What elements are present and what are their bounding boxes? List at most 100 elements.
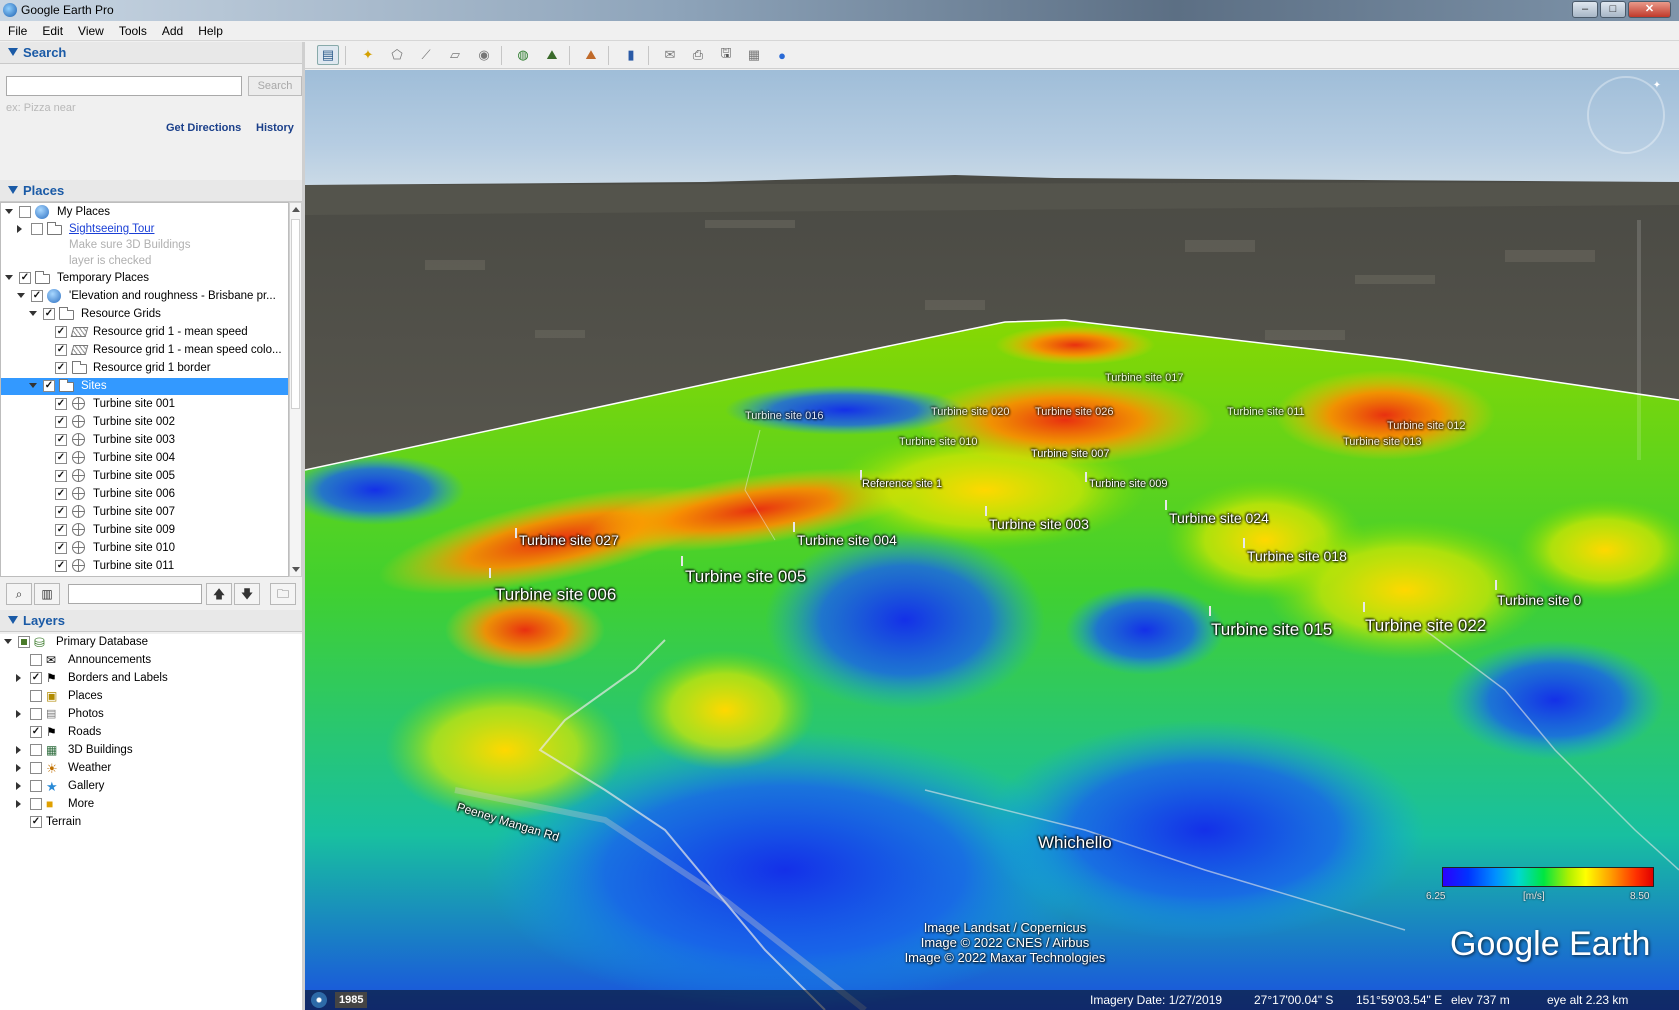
expand-icon[interactable] bbox=[17, 225, 22, 233]
checkbox[interactable]: ✓ bbox=[55, 398, 67, 410]
checkbox[interactable]: ✓ bbox=[55, 488, 67, 500]
scroll-down-icon[interactable] bbox=[292, 567, 300, 572]
map-label-turbine-026[interactable]: Turbine site 026 bbox=[1035, 406, 1113, 418]
checkbox[interactable]: ✓ bbox=[55, 542, 67, 554]
move-up-button[interactable]: 🡅 bbox=[206, 583, 232, 605]
map-label-turbine-022[interactable]: Turbine site 022 bbox=[1365, 616, 1486, 636]
checkbox[interactable]: ✓ bbox=[55, 524, 67, 536]
historical-imagery-button[interactable]: ◍ bbox=[512, 45, 534, 65]
move-down-button[interactable]: 🡇 bbox=[234, 583, 260, 605]
checkbox[interactable]: ✓ bbox=[19, 272, 31, 284]
layer-roads[interactable]: ✓ ⚑ Roads bbox=[0, 724, 287, 741]
add-overlay-button[interactable]: ▱ bbox=[444, 45, 466, 65]
checkbox[interactable] bbox=[30, 744, 42, 756]
map-label-turbine-016[interactable]: Turbine site 016 bbox=[745, 410, 823, 422]
record-tour-button[interactable]: ◉ bbox=[473, 45, 495, 65]
expand-icon[interactable] bbox=[17, 293, 25, 298]
map-label-turbine-020[interactable]: Turbine site 020 bbox=[931, 406, 1009, 418]
layer-3d-buildings[interactable]: ▦ 3D Buildings bbox=[0, 742, 287, 759]
checkbox[interactable] bbox=[30, 798, 42, 810]
expand-icon[interactable] bbox=[16, 800, 21, 808]
map-label-turbine-011[interactable]: Turbine site 011 bbox=[1227, 406, 1305, 418]
checkbox[interactable]: ✓ bbox=[30, 672, 42, 684]
map-label-turbine-027[interactable]: Turbine site 027 bbox=[519, 532, 619, 548]
checkbox[interactable]: ✓ bbox=[30, 726, 42, 738]
layer-announcements[interactable]: ✉ Announcements bbox=[0, 652, 287, 669]
turbine-marker-icon[interactable] bbox=[985, 506, 987, 516]
turbine-marker-icon[interactable] bbox=[681, 556, 683, 566]
turbine-marker-icon[interactable] bbox=[489, 568, 491, 578]
checkbox[interactable] bbox=[30, 654, 42, 666]
close-button[interactable]: ✕ bbox=[1628, 1, 1671, 18]
tree-item-elevation-roughness[interactable]: ✓ 'Elevation and roughness - Brisbane pr… bbox=[1, 288, 288, 305]
add-placemark-button[interactable]: ✦ bbox=[357, 45, 379, 65]
checkbox[interactable]: ✓ bbox=[55, 344, 67, 356]
layers-panel-header[interactable]: Layers bbox=[0, 610, 302, 632]
map-label-turbine-006[interactable]: Turbine site 006 bbox=[495, 585, 616, 605]
layer-terrain[interactable]: ✓ Terrain bbox=[0, 814, 287, 831]
year-badge[interactable]: 1985 bbox=[335, 992, 368, 1008]
checkbox[interactable] bbox=[30, 780, 42, 792]
expand-icon[interactable] bbox=[5, 275, 13, 280]
tree-item-turbine-site[interactable]: ✓ Turbine site 003 bbox=[1, 432, 288, 449]
layer-gallery[interactable]: ★ Gallery bbox=[0, 778, 287, 795]
expand-icon[interactable] bbox=[5, 209, 13, 214]
tree-item-turbine-site[interactable]: ✓ Turbine site 004 bbox=[1, 450, 288, 467]
search-panel-header[interactable]: Search bbox=[0, 42, 302, 64]
places-scrollbar[interactable] bbox=[289, 202, 302, 577]
map-label-turbine-004[interactable]: Turbine site 004 bbox=[797, 532, 897, 548]
view-in-maps-button[interactable]: ▦ bbox=[743, 45, 765, 65]
email-button[interactable]: ✉ bbox=[659, 45, 681, 65]
layer-places[interactable]: ▣ Places bbox=[0, 688, 287, 705]
menu-add[interactable]: Add bbox=[154, 21, 190, 38]
print-button[interactable]: ⎙ bbox=[687, 45, 709, 65]
sidebar-toggle-button[interactable]: ▤ bbox=[317, 45, 339, 65]
toggle-panel-button[interactable]: ▥ bbox=[34, 583, 60, 605]
map-label-whichello[interactable]: Whichello bbox=[1038, 833, 1112, 853]
checkbox[interactable]: ✓ bbox=[55, 452, 67, 464]
map-view[interactable]: Turbine site 006 Turbine site 005 Turbin… bbox=[305, 70, 1679, 1010]
sunlight-button[interactable]: ⛰ bbox=[541, 45, 563, 65]
tree-item-resource-grids[interactable]: ✓ Resource Grids bbox=[1, 306, 288, 323]
map-label-turbine-005[interactable]: Turbine site 005 bbox=[685, 567, 806, 587]
checkbox[interactable]: ✓ bbox=[30, 816, 42, 828]
tree-item-turbine-site[interactable]: ✓ Turbine site 001 bbox=[1, 396, 288, 413]
get-directions-link[interactable]: Get Directions bbox=[166, 122, 241, 134]
zoom-slider[interactable] bbox=[1637, 220, 1641, 460]
checkbox[interactable]: ✓ bbox=[43, 380, 55, 392]
checkbox[interactable] bbox=[18, 636, 30, 648]
expand-icon[interactable] bbox=[29, 311, 37, 316]
add-path-button[interactable]: ⟋ bbox=[415, 45, 437, 65]
turbine-marker-icon[interactable] bbox=[1165, 500, 1167, 510]
turbine-marker-icon[interactable] bbox=[1085, 472, 1087, 482]
expand-icon[interactable] bbox=[16, 782, 21, 790]
tree-item-sites[interactable]: ✓ Sites bbox=[1, 378, 288, 395]
maximize-button[interactable]: □ bbox=[1600, 1, 1626, 18]
map-label-turbine-015[interactable]: Turbine site 015 bbox=[1211, 620, 1332, 640]
layers-tree[interactable]: ⛁ Primary Database ✉ Announcements ✓ ⚑ B… bbox=[0, 634, 302, 1010]
history-link[interactable]: History bbox=[256, 122, 294, 134]
north-arrow-icon[interactable]: ✦ bbox=[1651, 80, 1663, 92]
checkbox[interactable] bbox=[30, 690, 42, 702]
checkbox[interactable]: ✓ bbox=[55, 326, 67, 338]
places-panel-header[interactable]: Places bbox=[0, 180, 302, 202]
layer-photos[interactable]: ▤ Photos bbox=[0, 706, 287, 723]
scroll-up-icon[interactable] bbox=[292, 207, 300, 212]
search-button[interactable]: Search bbox=[248, 76, 302, 96]
checkbox[interactable]: ✓ bbox=[55, 362, 67, 374]
turbine-marker-icon[interactable] bbox=[793, 522, 795, 532]
turbine-marker-icon[interactable] bbox=[1363, 602, 1365, 612]
tree-item-turbine-site[interactable]: ✓ Turbine site 009 bbox=[1, 522, 288, 539]
map-label-reference-site[interactable]: Reference site 1 bbox=[862, 478, 942, 490]
checkbox[interactable] bbox=[19, 206, 31, 218]
layer-borders-labels[interactable]: ✓ ⚑ Borders and Labels bbox=[0, 670, 287, 687]
add-folder-button[interactable]: 🗀 bbox=[270, 583, 296, 605]
tree-item-grid-mean-speed[interactable]: ✓ Resource grid 1 - mean speed bbox=[1, 324, 288, 341]
expand-icon[interactable] bbox=[16, 710, 21, 718]
tree-item-temporary-places[interactable]: ✓ Temporary Places bbox=[1, 270, 288, 287]
map-label-turbine-021[interactable]: Turbine site 0 bbox=[1497, 592, 1581, 608]
tree-item-grid-border[interactable]: ✓ Resource grid 1 border bbox=[1, 360, 288, 377]
checkbox[interactable]: ✓ bbox=[55, 434, 67, 446]
turbine-marker-icon[interactable] bbox=[1243, 538, 1245, 548]
scroll-thumb[interactable] bbox=[291, 219, 300, 409]
